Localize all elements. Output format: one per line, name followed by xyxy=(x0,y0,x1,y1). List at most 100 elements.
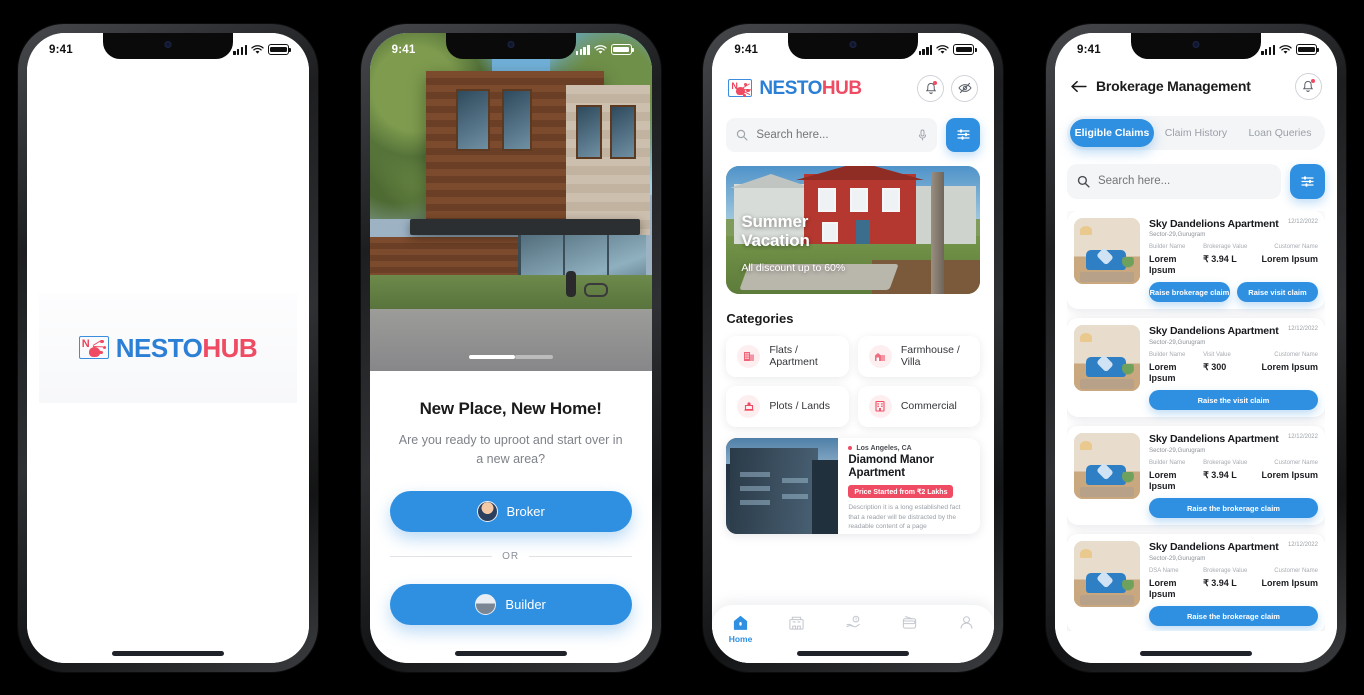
screenshot-stage: 9:41 N NESTOHUB 9:41 New Place, New Home… xyxy=(0,0,1364,695)
claims-list[interactable]: Sky Dandelions Apartment 12/12/2022 Sect… xyxy=(1066,210,1325,631)
tab-wallet[interactable] xyxy=(887,614,933,634)
broker-button-label: Broker xyxy=(506,504,545,520)
tab-eligible-claims[interactable]: Eligible Claims xyxy=(1069,118,1154,147)
onboarding-title: New Place, New Home! xyxy=(419,398,602,418)
claim-details: Sky Dandelions Apartment 12/12/2022 Sect… xyxy=(1148,541,1318,627)
visibility-button[interactable] xyxy=(951,74,979,102)
claim-fields: DSA Name Lorem Ipsum Brokerage Value ₹ 3.9… xyxy=(1149,568,1318,599)
apartment-icon xyxy=(737,344,761,368)
phone-mockup-onboarding: 9:41 New Place, New Home! Are you ready … xyxy=(360,23,661,672)
notifications-button[interactable] xyxy=(917,74,945,102)
claim-date: 12/12/2022 xyxy=(1287,218,1318,225)
claim-field-1-label: Builder Name xyxy=(1148,244,1186,251)
front-camera-icon xyxy=(1192,40,1200,48)
or-divider: OR xyxy=(389,551,632,563)
claim-card[interactable]: Sky Dandelions Apartment 12/12/2022 Sect… xyxy=(1066,534,1325,631)
logo-word-hub: HUB xyxy=(202,332,258,363)
tab-properties[interactable] xyxy=(774,614,820,634)
filter-button[interactable] xyxy=(1289,163,1325,199)
tab-loan-queries[interactable]: Loan Queries xyxy=(1238,119,1322,147)
claim-field-1: Builder Name Lorem Ipsum xyxy=(1149,244,1203,275)
microphone-icon[interactable] xyxy=(918,129,927,141)
claim-property-image xyxy=(1073,541,1140,608)
claim-card[interactable]: Sky Dandelions Apartment 12/12/2022 Sect… xyxy=(1066,318,1325,418)
category-commercial[interactable]: Commercial xyxy=(857,385,981,427)
featured-property-card[interactable]: Los Angeles, CA Diamond Manor Apartment P… xyxy=(726,437,981,534)
claim-header: Sky Dandelions Apartment 12/12/2022 xyxy=(1149,541,1318,553)
claim-title: Sky Dandelions Apartment xyxy=(1148,433,1279,446)
status-time: 9:41 xyxy=(1076,43,1101,56)
claim-field-1-value: Lorem Ipsum xyxy=(1148,577,1177,599)
brokerage-container: Brokerage Management Eligible Claims Cla… xyxy=(1054,32,1337,663)
property-image xyxy=(726,437,839,534)
claim-field-1: DSA Name Lorem Ipsum xyxy=(1149,568,1203,599)
claim-field-2: Visit Value ₹ 300 xyxy=(1203,352,1260,383)
category-label: Commercial xyxy=(900,400,957,412)
search-icon xyxy=(737,129,748,141)
search-input[interactable] xyxy=(756,128,911,141)
filter-button[interactable] xyxy=(946,117,981,152)
claim-fields: Builder Name Lorem Ipsum Brokerage Value ₹… xyxy=(1149,244,1318,275)
category-label: Farmhouse / Villa xyxy=(900,344,960,368)
claim-field-2: Brokerage Value ₹ 3.94 L xyxy=(1203,244,1260,275)
search-box[interactable] xyxy=(1066,163,1281,199)
status-time: 9:41 xyxy=(391,43,416,56)
search-box[interactable] xyxy=(726,117,938,152)
claims-tab-switcher: Eligible Claims Claim History Loan Queri… xyxy=(1066,115,1325,150)
home-indicator xyxy=(454,650,567,656)
plot-icon xyxy=(737,394,761,418)
search-row xyxy=(726,117,981,152)
builder-button[interactable]: Builder xyxy=(389,584,632,626)
categories-grid: Flats / Apartment Farmhouse / Villa Plot… xyxy=(726,335,981,427)
logo-mark-letter: N xyxy=(81,338,90,350)
carousel-pagination[interactable] xyxy=(468,355,553,359)
claim-actions: Raise the visit claim xyxy=(1148,390,1318,411)
claim-field-2: Brokerage Value ₹ 3.94 L xyxy=(1203,460,1260,491)
claim-date: 12/12/2022 xyxy=(1287,542,1318,549)
raise-visit-claim-button[interactable]: Raise visit claim xyxy=(1236,282,1318,303)
raise-brokerage-claim-button[interactable]: Raise the brokerage claim xyxy=(1148,606,1318,627)
tab-home[interactable]: Home xyxy=(718,614,764,644)
claim-field-2: Brokerage Value ₹ 3.94 L xyxy=(1203,568,1260,599)
banner-title-line2: Vacation xyxy=(741,230,810,250)
device-notch xyxy=(445,32,576,59)
back-arrow-icon[interactable] xyxy=(1070,80,1087,93)
raise-visit-claim-button[interactable]: Raise the visit claim xyxy=(1148,390,1318,411)
or-label: OR xyxy=(502,551,520,563)
promo-banner[interactable]: Summer Vacation All discount up to 60% xyxy=(726,165,981,294)
claim-actions: Raise the brokerage claim xyxy=(1148,606,1318,627)
claim-card[interactable]: Sky Dandelions Apartment 12/12/2022 Sect… xyxy=(1066,210,1325,310)
property-description: Description it is a long established fac… xyxy=(848,503,961,531)
raise-brokerage-claim-button[interactable]: Raise the brokerage claim xyxy=(1148,498,1318,519)
claim-card[interactable]: Sky Dandelions Apartment 12/12/2022 Sect… xyxy=(1066,426,1325,526)
claim-field-2-value: ₹ 3.94 L xyxy=(1203,469,1237,480)
category-farmhouse-villa[interactable]: Farmhouse / Villa xyxy=(857,335,981,377)
phone-mockup-home: 9:41 N NESTOHUB Search here... Summer Va… xyxy=(703,23,1004,672)
eye-off-icon xyxy=(958,82,972,94)
category-plots-lands[interactable]: Plots / Lands xyxy=(726,385,849,427)
tab-profile[interactable] xyxy=(943,614,989,634)
claim-field-1-label: Builder Name xyxy=(1148,459,1186,466)
home-indicator xyxy=(797,650,910,656)
claim-property-image xyxy=(1073,325,1140,392)
front-camera-icon xyxy=(849,40,857,48)
filter-sliders-icon xyxy=(957,129,970,140)
search-input[interactable] xyxy=(1097,175,1271,187)
category-flats-apartment[interactable]: Flats / Apartment xyxy=(726,335,849,377)
claim-actions: Raise brokerage claim Raise visit claim xyxy=(1148,282,1318,303)
claim-field-3-label: Customer Name xyxy=(1274,244,1318,251)
screen-brokerage-management: 9:41 Brokerage Management Eligible Claim… xyxy=(1054,32,1337,663)
broker-button[interactable]: Broker xyxy=(389,491,632,533)
tab-claim-history[interactable]: Claim History xyxy=(1154,119,1238,147)
raise-brokerage-claim-button[interactable]: Raise brokerage claim xyxy=(1148,282,1230,303)
hand-coin-icon: ₹ xyxy=(846,615,860,627)
notifications-button[interactable] xyxy=(1294,72,1322,100)
logo-word-nesto: NESTO xyxy=(115,332,203,363)
screen-home: 9:41 N NESTOHUB Search here... Summer Va… xyxy=(712,32,995,663)
claim-field-3: Customer Name Lorem Ipsum xyxy=(1261,244,1318,275)
status-indicators xyxy=(1261,44,1320,55)
banner-text: Summer Vacation All discount up to 60% xyxy=(741,212,845,274)
claim-field-1-label: DSA Name xyxy=(1148,567,1179,574)
device-notch xyxy=(103,32,233,59)
tab-payouts[interactable]: ₹ xyxy=(830,614,876,634)
